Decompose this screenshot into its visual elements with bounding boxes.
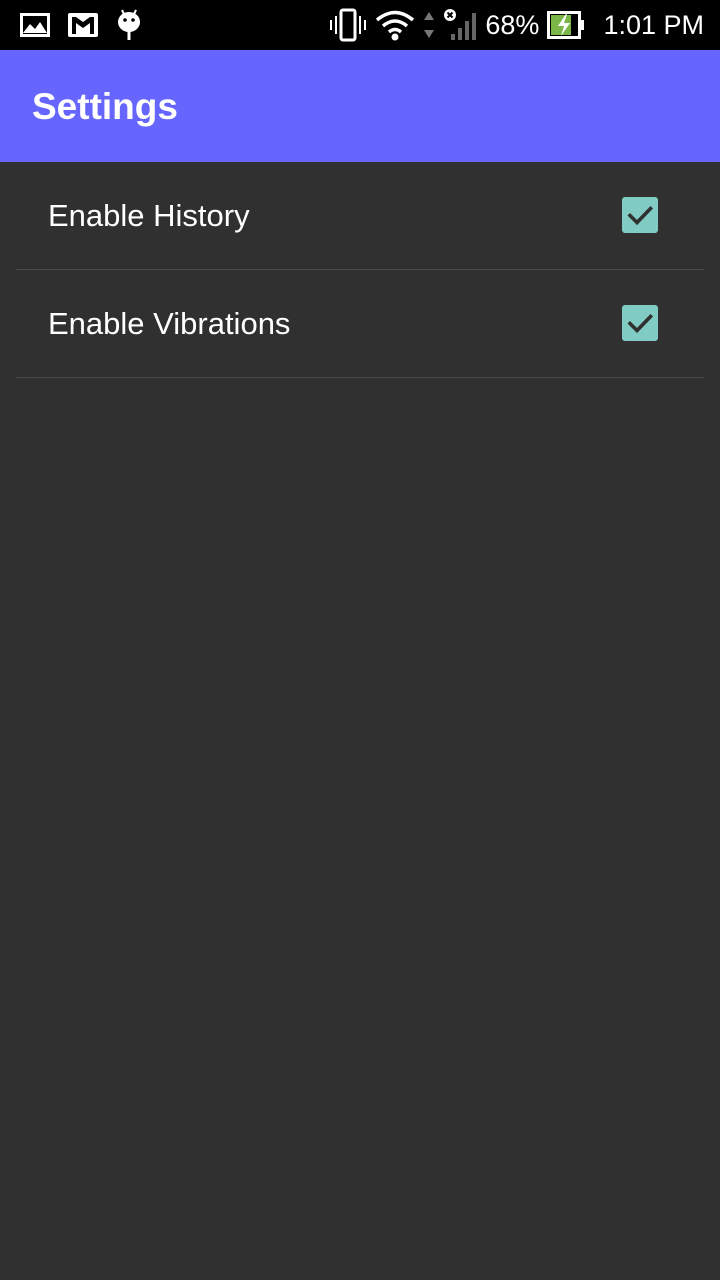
data-arrows-icon — [423, 10, 435, 40]
settings-list: Enable History Enable Vibrations — [0, 162, 720, 378]
status-bar: 68% 1:01 PM — [0, 0, 720, 50]
battery-charging-icon — [547, 11, 585, 39]
no-signal-icon — [443, 8, 477, 42]
notification-icons — [20, 0, 142, 50]
checkmark-icon — [627, 313, 654, 334]
page-title: Settings — [32, 86, 178, 127]
vibrate-icon — [329, 8, 367, 42]
app-bar: Settings — [0, 50, 720, 162]
gallery-icon — [20, 13, 50, 37]
battery-percent: 68% — [485, 9, 540, 40]
enable-vibrations-checkbox[interactable] — [622, 305, 658, 341]
setting-enable-vibrations[interactable]: Enable Vibrations — [16, 270, 704, 378]
wifi-icon — [375, 9, 415, 41]
setting-label: Enable Vibrations — [48, 306, 291, 341]
checkmark-icon — [627, 205, 654, 226]
gmail-icon — [68, 13, 98, 37]
enable-history-checkbox[interactable] — [622, 197, 658, 233]
status-time: 1:01 PM — [603, 9, 704, 40]
setting-enable-history[interactable]: Enable History — [16, 162, 704, 270]
system-status-icons: 68% 1:01 PM — [329, 0, 704, 50]
android-debug-icon — [116, 9, 142, 41]
setting-label: Enable History — [48, 198, 250, 233]
